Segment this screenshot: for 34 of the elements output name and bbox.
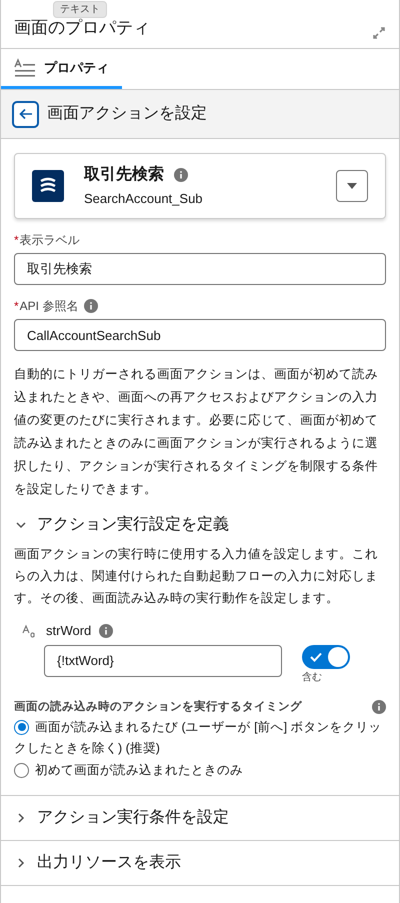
tooltip: テキスト <box>53 1 107 18</box>
field-label: 表示ラベル <box>20 232 80 249</box>
include-toggle[interactable] <box>302 644 350 668</box>
radio-option[interactable]: 画面が読み込まれるたび (ユーザーが [前へ] ボタンをクリックしたときを除く) (推奨) <box>14 716 386 759</box>
back-button[interactable] <box>12 100 39 128</box>
required-mark: * <box>14 232 19 249</box>
section-header[interactable]: 出力リソースを表示 <box>1 840 399 885</box>
caret-down-icon <box>347 183 357 189</box>
section-header[interactable]: アクション実行条件を設定 <box>1 796 399 840</box>
info-icon <box>174 168 188 182</box>
section-header[interactable]: アクション実行設定を定義 <box>1 501 399 543</box>
info-icon <box>372 700 386 714</box>
subheader-title: 画面アクションを設定 <box>47 104 207 124</box>
radio-option[interactable]: 初めて画面が読み込まれたときのみ <box>14 760 386 781</box>
text-format-icon <box>14 58 36 78</box>
field-label: API 参照名 <box>20 298 78 315</box>
required-mark: * <box>14 298 19 315</box>
toggle-label: 含む <box>302 670 322 684</box>
action-api-name: SearchAccount_Sub <box>84 190 204 208</box>
panel-title: 画面のプロパティ <box>14 16 150 38</box>
text-field[interactable]: 取引先検索 <box>14 253 386 285</box>
expand-icon[interactable] <box>372 26 386 40</box>
text-field[interactable]: {!txtWord} <box>44 644 282 676</box>
timing-label: 画面の読み込み時のアクションを実行するタイミング <box>14 699 302 714</box>
check-icon <box>310 652 322 662</box>
action-name: 取引先検索 <box>84 164 164 186</box>
text-field[interactable]: CallAccountSearchSub <box>14 319 386 351</box>
input-name: strWord <box>46 622 92 640</box>
section-description: 画面アクションの実行時に使用する入力値を設定します。これらの入力は、関連付けられた自動起動フローの入力に対応します。その後、画面読み込み時の実行動作を設定します。 <box>14 546 379 607</box>
back-arrow-icon <box>18 108 32 120</box>
flow-icon <box>32 170 64 202</box>
info-icon <box>99 624 114 638</box>
dropdown-button[interactable] <box>336 170 368 202</box>
description-text: 自動的にトリガーされる画面アクションは、画面が初めて読み込まれたときや、画面への再アクセスおよびアクションの入力値の変更のたびに実行されます。必要に応じて、画面が初めて読み込まれたときのみに画面アクションが実行されるように選択したり、アクションが実行されるタイミングを制限する条件を設定したりできます。 <box>14 366 379 498</box>
